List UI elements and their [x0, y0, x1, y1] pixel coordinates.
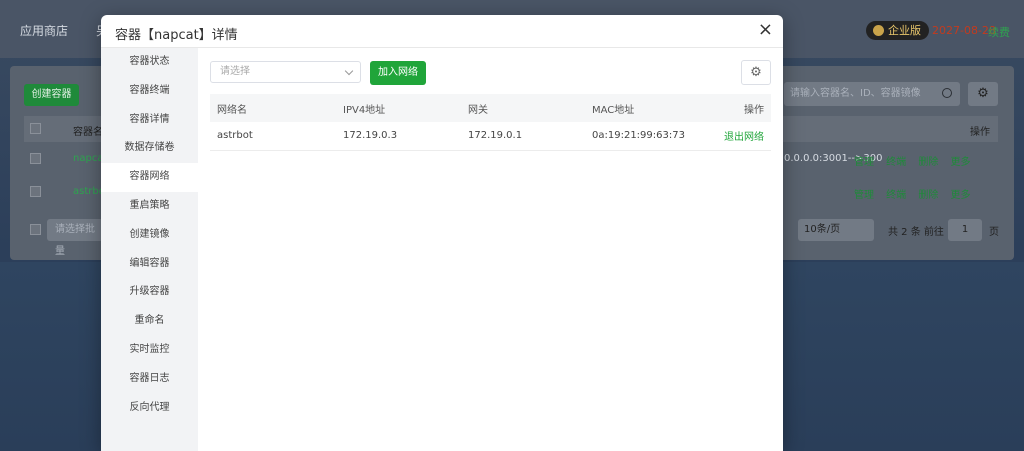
table-header-row: 网络名 IPV4地址 网关 MAC地址 操作 — [210, 94, 771, 122]
nav-tab-app-store[interactable]: 应用商店 — [20, 22, 68, 39]
network-table: 网络名 IPV4地址 网关 MAC地址 操作 astrbot 172.19.0.… — [210, 94, 771, 151]
pager-total: 共 2 条 前往 — [888, 227, 944, 238]
sidebar-item-edit-container[interactable]: 编辑容器 — [101, 250, 198, 279]
header-ops: 操作 — [970, 127, 990, 138]
edition-badge: 企业版 — [866, 21, 929, 40]
cell-ipv4: 172.19.0.3 — [336, 122, 461, 151]
table-row: astrbot 172.19.0.3 172.19.0.1 0a:19:21:9… — [210, 122, 771, 151]
network-panel: 请选择 加入网络 ⚙ 网络名 IPV4地址 网关 MAC地址 操作 astrbo… — [198, 48, 783, 451]
network-select[interactable]: 请选择 — [210, 61, 361, 83]
sidebar-item-reverse-proxy[interactable]: 反向代理 — [101, 394, 198, 423]
search-placeholder: 请输入容器名、ID、容器镜像 — [790, 88, 921, 99]
select-all-checkbox[interactable] — [30, 123, 41, 134]
modal-sidebar: 容器状态 容器终端 容器详情 数据存储卷 容器网络 重启策略 创建镜像 编辑容器… — [101, 48, 198, 451]
crown-icon — [873, 25, 884, 36]
join-network-button[interactable]: 加入网络 — [370, 61, 426, 85]
search-icon[interactable] — [942, 88, 952, 98]
col-gateway: 网关 — [461, 94, 585, 122]
sidebar-item-restart-policy[interactable]: 重启策略 — [101, 192, 198, 221]
page-unit: 页 — [989, 227, 999, 238]
row-checkbox[interactable] — [30, 186, 41, 197]
list-settings-gear-icon[interactable]: ⚙ — [968, 82, 998, 106]
cell-network-name: astrbot — [210, 122, 336, 151]
sidebar-item-terminal[interactable]: 容器终端 — [101, 77, 198, 106]
sidebar-item-volumes[interactable]: 数据存储卷 — [101, 134, 198, 163]
sidebar-item-create-image[interactable]: 创建镜像 — [101, 221, 198, 250]
col-action: 操作 — [705, 94, 771, 122]
close-icon[interactable]: × — [758, 20, 773, 40]
cell-gateway: 172.19.0.1 — [461, 122, 585, 151]
expiry-date: 2027-08-28 — [932, 24, 996, 37]
sidebar-item-rename[interactable]: 重命名 — [101, 307, 198, 336]
row-actions[interactable]: 管理 终端 删除 更多 — [854, 186, 971, 201]
col-ipv4: IPV4地址 — [336, 94, 461, 122]
batch-checkbox[interactable] — [30, 224, 41, 235]
chevron-down-icon — [344, 66, 354, 76]
col-network-name: 网络名 — [210, 94, 336, 122]
sidebar-item-logs[interactable]: 容器日志 — [101, 365, 198, 394]
renew-link[interactable]: 续费 — [988, 24, 1010, 40]
leave-network-link[interactable]: 退出网络 — [724, 132, 764, 143]
container-detail-modal: 容器【napcat】详情 × 容器状态 容器终端 容器详情 数据存储卷 容器网络… — [101, 15, 783, 451]
edition-badge-label: 企业版 — [888, 24, 921, 37]
per-page-select[interactable]: 10条/页 — [798, 219, 874, 241]
batch-select[interactable]: 请选择批量 — [47, 219, 103, 257]
container-search-input[interactable]: 请输入容器名、ID、容器镜像 — [784, 82, 960, 106]
header-container-name: 容器名 — [73, 127, 103, 138]
sidebar-item-monitor[interactable]: 实时监控 — [101, 336, 198, 365]
row-actions[interactable]: 管理 终端 删除 更多 — [854, 153, 971, 168]
modal-title: 容器【napcat】详情 — [115, 28, 238, 43]
cell-action: 退出网络 — [705, 122, 771, 151]
col-mac: MAC地址 — [585, 94, 705, 122]
network-select-placeholder: 请选择 — [220, 66, 250, 77]
sidebar-item-details[interactable]: 容器详情 — [101, 106, 198, 135]
sidebar-item-network[interactable]: 容器网络 — [101, 163, 198, 192]
sidebar-item-upgrade[interactable]: 升级容器 — [101, 278, 198, 307]
sidebar-item-status[interactable]: 容器状态 — [101, 48, 198, 77]
row-checkbox[interactable] — [30, 153, 41, 164]
table-settings-gear-icon[interactable]: ⚙ — [741, 60, 771, 85]
page-input[interactable]: 1 — [948, 219, 982, 241]
create-container-button[interactable]: 创建容器 — [24, 84, 79, 106]
cell-mac: 0a:19:21:99:63:73 — [585, 122, 705, 151]
